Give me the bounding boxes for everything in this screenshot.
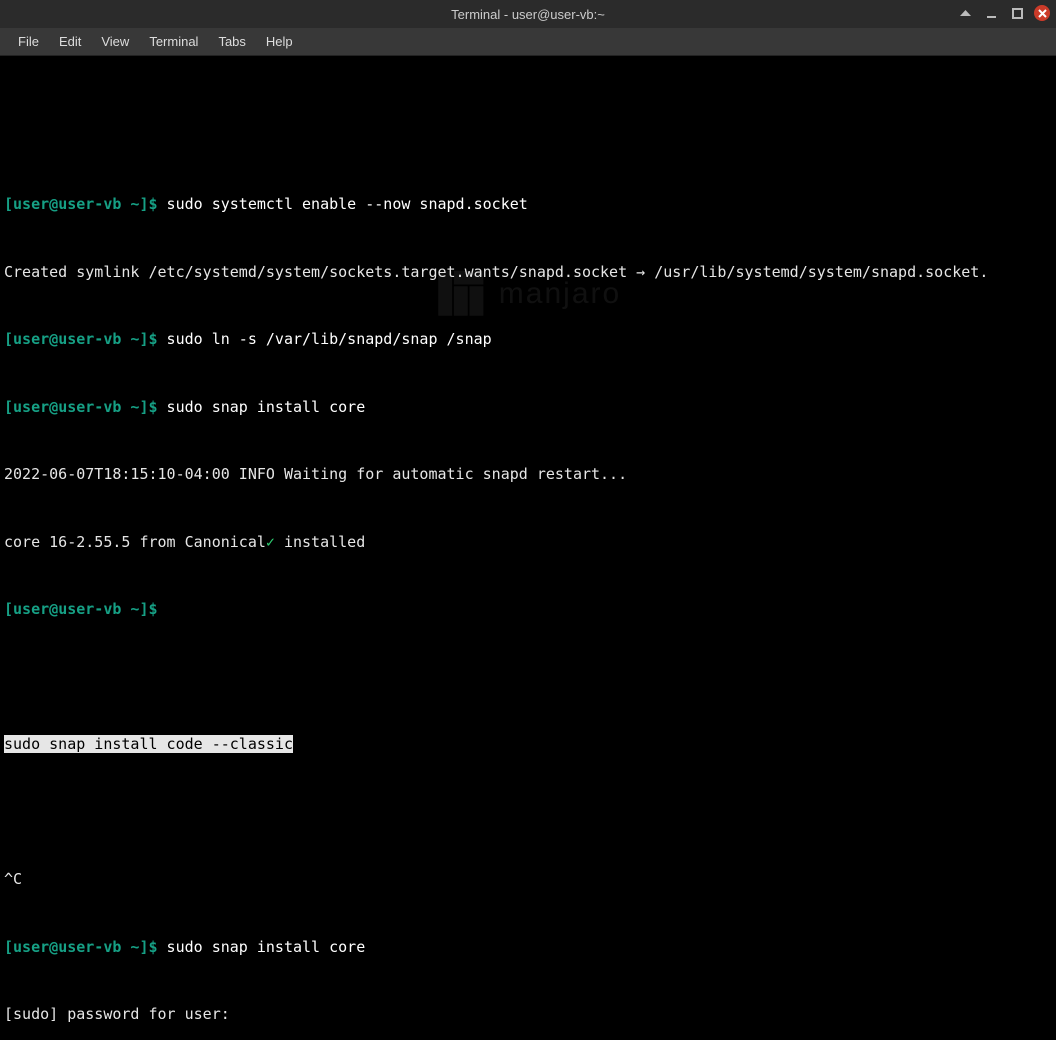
selected-text: sudo snap install code --classic bbox=[4, 735, 293, 753]
terminal-pane[interactable]: manjaro [user@user-vb ~]$ sudo systemctl… bbox=[0, 56, 1056, 520]
terminal-line: [user@user-vb ~]$ sudo ln -s /var/lib/sn… bbox=[4, 328, 1052, 351]
terminal-line bbox=[4, 666, 1052, 689]
terminal-output: core 16-2.55.5 from Canonical✓ installed bbox=[4, 531, 1052, 554]
menu-tabs[interactable]: Tabs bbox=[208, 30, 255, 53]
terminal-line: [user@user-vb ~]$ bbox=[4, 598, 1052, 621]
window-controls bbox=[956, 4, 1050, 22]
command-text: sudo ln -s /var/lib/snapd/snap /snap bbox=[158, 330, 492, 348]
minimize-button[interactable] bbox=[982, 4, 1000, 22]
menubar: File Edit View Terminal Tabs Help bbox=[0, 28, 1056, 56]
rollup-button[interactable] bbox=[956, 4, 974, 22]
terminal-line: [user@user-vb ~]$ sudo snap install core bbox=[4, 396, 1052, 419]
window-title: Terminal - user@user-vb:~ bbox=[451, 7, 605, 22]
terminal-output: [sudo] password for user: bbox=[4, 1003, 1052, 1026]
maximize-button[interactable] bbox=[1008, 4, 1026, 22]
terminal-line-highlighted: sudo snap install code --classic bbox=[4, 733, 1052, 756]
menu-view[interactable]: View bbox=[91, 30, 139, 53]
terminal-line: [user@user-vb ~]$ sudo systemctl enable … bbox=[4, 193, 1052, 216]
command-text: sudo systemctl enable --now snapd.socket bbox=[158, 195, 528, 213]
terminal-output: 2022-06-07T18:15:10-04:00 INFO Waiting f… bbox=[4, 463, 1052, 486]
close-button[interactable] bbox=[1034, 5, 1050, 21]
window-titlebar: Terminal - user@user-vb:~ bbox=[0, 0, 1056, 28]
menu-terminal[interactable]: Terminal bbox=[139, 30, 208, 53]
menu-edit[interactable]: Edit bbox=[49, 30, 91, 53]
menu-file[interactable]: File bbox=[8, 30, 49, 53]
terminal-output: Created symlink /etc/systemd/system/sock… bbox=[4, 261, 1052, 284]
terminal-line bbox=[4, 801, 1052, 824]
check-icon: ✓ bbox=[266, 533, 275, 551]
command-text: sudo snap install core bbox=[158, 398, 366, 416]
command-text: sudo snap install core bbox=[158, 938, 366, 956]
terminal-output: ^C bbox=[4, 868, 1052, 891]
terminal-line: [user@user-vb ~]$ sudo snap install core bbox=[4, 936, 1052, 959]
terminal-content: [user@user-vb ~]$ sudo systemctl enable … bbox=[4, 148, 1052, 1040]
menu-help[interactable]: Help bbox=[256, 30, 303, 53]
